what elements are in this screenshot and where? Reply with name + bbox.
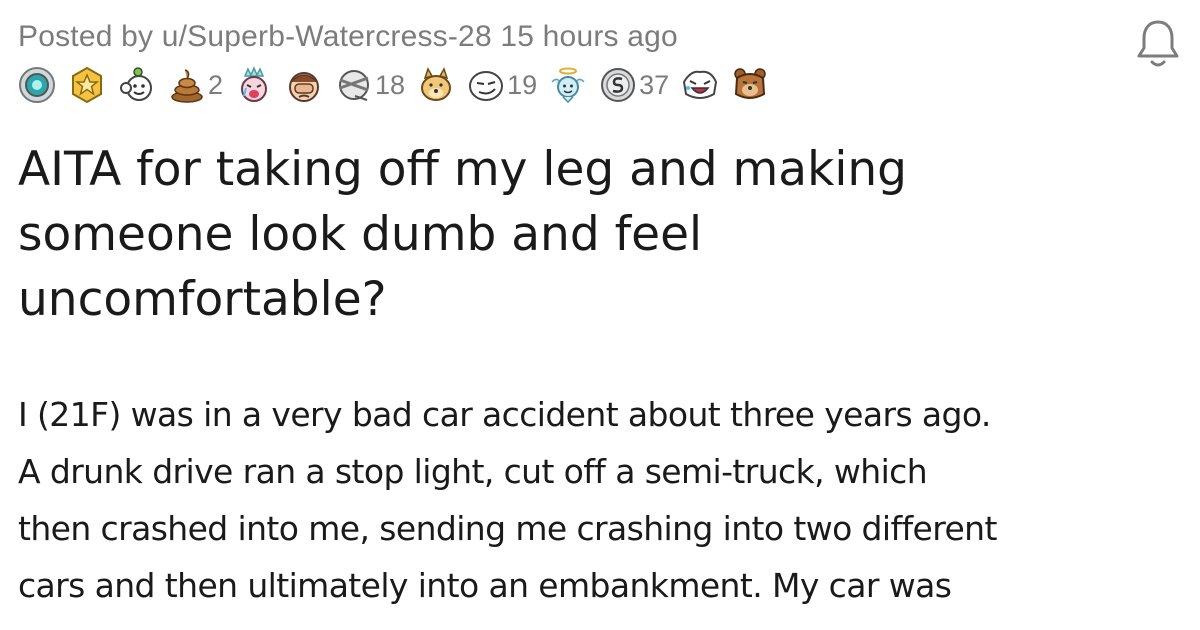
awards-bar: 2 18 19 37: [18, 62, 781, 108]
post-body-line: cars and then ultimately into an embankm…: [18, 566, 952, 605]
award[interactable]: [681, 66, 719, 104]
post-meta: Posted by u/Superb-Watercress-28 15 hour…: [18, 20, 678, 53]
laughing-award-icon: [683, 70, 718, 99]
award[interactable]: 19: [467, 66, 537, 104]
award-count: 2: [208, 69, 224, 100]
post-title-line: AITA for taking off my leg and making: [18, 142, 908, 197]
poop-award-icon: [171, 69, 203, 103]
bell-icon[interactable]: [1134, 18, 1182, 70]
post-body: I (21F) was in a very bad car accident a…: [18, 386, 1188, 614]
smug-face-award-icon: [469, 71, 504, 101]
award[interactable]: [68, 66, 106, 104]
crying-princess-award-icon: [241, 66, 268, 102]
angel-award-icon: [551, 67, 585, 104]
post-body-line: A drunk drive ran a stop light, cut off …: [18, 452, 928, 491]
wholesome-award-icon: [120, 67, 152, 101]
award[interactable]: [285, 66, 323, 104]
award[interactable]: [18, 66, 56, 104]
award[interactable]: 18: [335, 66, 405, 104]
award[interactable]: [235, 66, 273, 104]
award[interactable]: [549, 66, 587, 104]
post-body-line: I (21F) was in a very bad car accident a…: [18, 395, 991, 434]
facepalm-award-icon: [289, 72, 320, 102]
award[interactable]: [118, 66, 156, 104]
award-count: 37: [639, 69, 670, 100]
post-title[interactable]: AITA for taking off my leg and making so…: [18, 137, 1118, 332]
award[interactable]: [731, 66, 769, 104]
platinum-award-icon: [19, 67, 55, 103]
bandaged-award-icon: [339, 70, 370, 101]
post-title-line: uncomfortable?: [18, 272, 387, 327]
award[interactable]: 37: [599, 66, 669, 104]
silver-award-icon: [601, 68, 636, 102]
doge-award-icon: [421, 67, 452, 101]
gold-award-icon: [72, 66, 102, 104]
bear-award-icon: [734, 68, 766, 99]
post-title-line: someone look dumb and feel: [18, 207, 703, 262]
award[interactable]: 2: [168, 66, 223, 104]
post-body-line: then crashed into me, sending me crashin…: [18, 509, 997, 548]
award-count: 19: [507, 69, 538, 100]
award-count: 18: [375, 69, 406, 100]
award[interactable]: [417, 66, 455, 104]
